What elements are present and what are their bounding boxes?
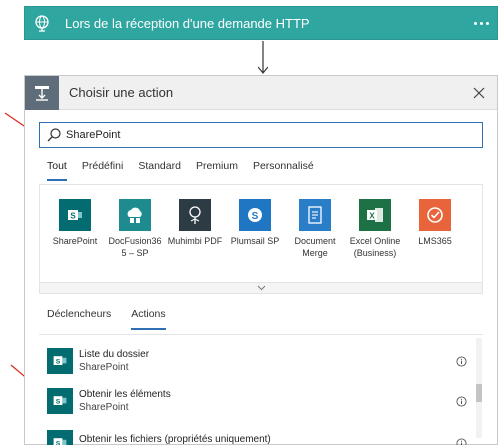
actions-list: S Liste du dossier SharePoint S Obtenir … xyxy=(39,334,483,445)
connector-label: Excel Online (Business) xyxy=(349,236,401,258)
connector-docfusion[interactable]: DocFusion36 5 – SP xyxy=(105,199,165,259)
tab-builtin[interactable]: Prédéfini xyxy=(82,160,123,181)
tab-premium[interactable]: Premium xyxy=(196,160,238,181)
search-icon xyxy=(47,128,61,142)
action-icon xyxy=(25,75,59,110)
lms365-icon xyxy=(419,199,451,231)
info-icon[interactable] xyxy=(456,395,467,407)
sharepoint-icon: S xyxy=(59,199,91,231)
action-connector: SharePoint xyxy=(79,362,129,373)
tab-triggers[interactable]: Déclencheurs xyxy=(47,308,111,330)
chevron-down-icon xyxy=(257,285,265,291)
svg-text:S: S xyxy=(252,211,259,222)
svg-text:S: S xyxy=(56,441,61,445)
info-icon[interactable] xyxy=(456,355,467,367)
panel-title: Choisir une action xyxy=(69,85,174,100)
svg-text:S: S xyxy=(56,359,61,366)
search-input[interactable] xyxy=(66,129,482,141)
connector-plumsail[interactable]: S Plumsail SP xyxy=(225,199,285,247)
action-list-folder[interactable]: S Liste du dossier SharePoint xyxy=(47,345,467,377)
tab-all[interactable]: Tout xyxy=(47,160,67,181)
action-get-files-properties[interactable]: S Obtenir les fichiers (propriétés uniqu… xyxy=(47,427,467,445)
svg-text:X: X xyxy=(369,212,375,221)
tab-standard[interactable]: Standard xyxy=(138,160,181,181)
sharepoint-icon: S xyxy=(47,348,73,374)
excel-icon: X xyxy=(359,199,391,231)
connector-label: DocFusion36 5 – SP xyxy=(108,236,162,258)
action-connector: SharePoint xyxy=(79,402,129,413)
connector-excel-online[interactable]: X Excel Online (Business) xyxy=(345,199,405,259)
trigger-action-tabs: Déclencheurs Actions xyxy=(47,308,186,330)
document-merge-icon xyxy=(299,199,331,231)
connector-lms365[interactable]: LMS365 xyxy=(405,199,465,247)
search-box[interactable] xyxy=(39,122,483,148)
tab-actions[interactable]: Actions xyxy=(131,308,166,330)
action-name: Obtenir les éléments xyxy=(79,389,171,400)
connector-label: SharePoint xyxy=(52,236,98,246)
close-icon[interactable] xyxy=(467,81,491,105)
category-tabs: Tout Prédéfini Standard Premium Personna… xyxy=(47,160,329,181)
globe-icon xyxy=(25,7,59,39)
connector-label: Plumsail SP xyxy=(230,236,280,246)
flow-arrow-down-icon xyxy=(258,41,268,74)
expand-connectors-button[interactable] xyxy=(39,282,483,294)
svg-text:S: S xyxy=(70,212,76,221)
connector-grid: S SharePoint DocFusion36 5 – SP Muhimbi … xyxy=(39,184,483,282)
sharepoint-icon: S xyxy=(47,430,73,445)
action-name: Obtenir les fichiers (propriétés uniquem… xyxy=(79,434,271,445)
muhimbi-icon xyxy=(179,199,211,231)
actions-scrollbar[interactable] xyxy=(476,338,482,438)
choose-action-panel: Choisir une action Tout Prédéfini Standa… xyxy=(24,75,498,445)
scrollbar-thumb[interactable] xyxy=(476,384,482,402)
docfusion-icon xyxy=(119,199,151,231)
sharepoint-icon: S xyxy=(47,388,73,414)
action-name: Liste du dossier xyxy=(79,349,150,360)
connector-muhimbi[interactable]: Muhimbi PDF xyxy=(165,199,225,247)
plumsail-icon: S xyxy=(239,199,271,231)
connector-label: Muhimbi PDF xyxy=(167,236,223,246)
connector-label: Document Merge xyxy=(294,236,336,258)
tab-custom[interactable]: Personnalisé xyxy=(253,160,314,181)
http-trigger-card[interactable]: Lors de la réception d'une demande HTTP xyxy=(24,6,498,40)
trigger-title: Lors de la réception d'une demande HTTP xyxy=(65,15,310,31)
svg-text:S: S xyxy=(56,399,61,406)
connector-label: LMS365 xyxy=(418,236,452,246)
panel-header: Choisir une action xyxy=(25,75,497,110)
info-icon[interactable] xyxy=(456,437,467,445)
connector-document-merge[interactable]: Document Merge xyxy=(285,199,345,259)
action-get-items[interactable]: S Obtenir les éléments SharePoint xyxy=(47,385,467,417)
connector-sharepoint[interactable]: S SharePoint xyxy=(45,199,105,247)
